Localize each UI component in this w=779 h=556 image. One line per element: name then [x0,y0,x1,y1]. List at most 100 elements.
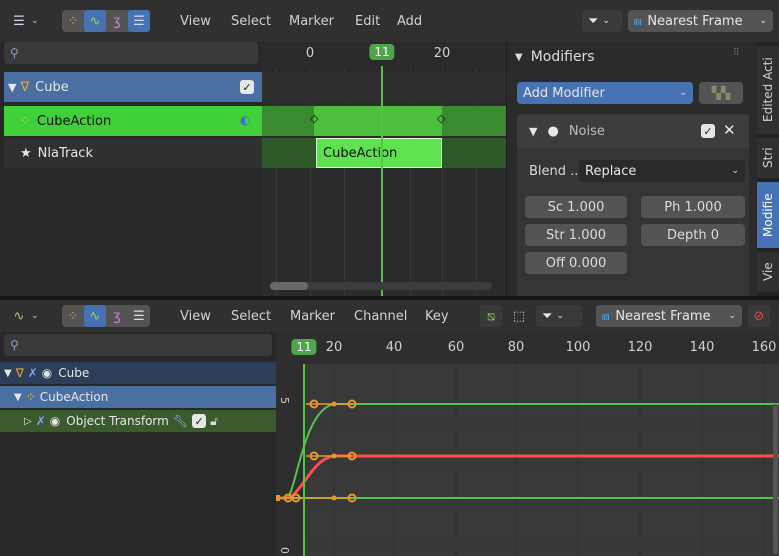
current-frame-badge[interactable]: 11 [369,44,395,60]
mode-switcher[interactable]: ⁘ ∿ ʒ ☰ [62,10,150,32]
dopesheet-icon[interactable]: ⁘ [62,10,84,32]
filter-dropdown[interactable]: ⏷ ⌄ [582,10,622,32]
row-cubeaction[interactable]: ⁘ CubeAction ◐ [4,106,262,136]
action-track-band[interactable]: ◇ ◇ [262,106,506,136]
lock-icon[interactable]: 🔓︎ [210,414,218,429]
copy-modifiers-button[interactable]: ▚▚ [699,82,743,104]
graph-header: ∿ ⌄ ⁘ ∿ ʒ ☰ View Select Marker Channel K… [0,300,779,332]
tab-view[interactable]: Vie [757,252,779,292]
nla-icon[interactable]: ☰ [128,10,150,32]
channel-cube[interactable]: ▼ ∇ ✗ ◉ Cube [0,362,276,384]
cursor-frame-icon[interactable]: ⬚ [508,305,530,327]
scale-field[interactable]: Sc 1.000 [525,196,627,218]
channel-cubeaction-label: CubeAction [39,390,109,404]
graph-editor-icon[interactable]: ∿ [84,10,106,32]
channel-search[interactable]: ⚲ [4,334,272,356]
menu-marker[interactable]: Marker [290,300,335,332]
object-icon: ∇ [20,79,30,95]
menu-add[interactable]: Add [397,0,422,42]
pin-icon[interactable]: ✗ [36,414,46,428]
menu-edit[interactable]: Edit [355,0,380,42]
channel-checkbox[interactable]: ✓ [192,414,207,428]
editor-type-icon[interactable]: ☰ [8,10,30,32]
dopesheet-icon[interactable]: ⁘ [62,305,84,327]
eye-icon[interactable]: ◉ [42,366,52,380]
drag-handle-icon[interactable]: ⠿ [733,48,740,58]
nla-icon[interactable]: ☰ [128,305,150,327]
row-cube[interactable]: ▼ ∇ Cube ✓ [4,72,262,102]
frame-ruler[interactable]: 0 11 20 [262,42,506,68]
snap-dropdown[interactable]: ⩎ Nearest Frame ⌄ [628,10,773,32]
graph-editor-icon[interactable]: ∿ [8,305,30,327]
drivers-icon[interactable]: ʒ [106,305,128,327]
nla-strip-label: CubeAction [323,145,398,161]
object-icon: ∇ [15,366,24,380]
drivers-icon[interactable]: ʒ [106,10,128,32]
channel-search[interactable]: ⚲ [4,42,258,64]
snap-dropdown[interactable]: ⩎ Nearest Frame ⌄ [596,305,742,327]
push-down-icon[interactable]: ◐ [240,113,250,127]
row-nlatrack[interactable]: ★ NlaTrack [4,138,262,168]
scrollbar-thumb[interactable] [270,282,308,290]
menu-select[interactable]: Select [231,0,271,42]
mode-switcher[interactable]: ⁘ ∿ ʒ ☰ [62,305,150,327]
tab-strip[interactable]: Stri [757,138,779,178]
graph-area[interactable]: 11 20 40 60 80 100 120 140 160 5 0 [276,332,779,556]
chevron-down-icon: ⌄ [759,16,767,26]
tab-modifiers[interactable]: Modifie [757,182,779,248]
disclosure-triangle-icon[interactable]: ▼ [529,125,537,138]
channel-object-transform[interactable]: ▷ ✗ ◉ Object Transform 🔧︎ ✓ 🔓︎ [0,410,276,432]
filter-icon: ⏷ [588,13,599,29]
chevron-down-icon: ⌄ [679,88,687,98]
modifiers-header[interactable]: ▼ Modifiers [515,46,595,68]
keyframe-diamond-icon[interactable]: ◇ [437,112,445,125]
proportional-edit-icon[interactable]: ⊘ [748,305,770,327]
menu-view[interactable]: View [180,0,211,42]
add-modifier-dropdown[interactable]: Add Modifier ⌄ [517,82,693,104]
pin-icon[interactable]: ✗ [28,366,38,380]
eye-icon[interactable]: ◉ [50,414,60,428]
tab-edited-action[interactable]: Edited Acti [757,46,779,134]
graph-frame-ruler[interactable]: 11 20 40 60 80 100 120 140 160 [276,332,779,364]
keyframe-diamond-icon[interactable]: ◇ [310,112,318,125]
noise-enable-checkbox[interactable]: ✓ [701,124,715,138]
graph-editor-icon[interactable]: ∿ [84,305,106,327]
menu-channel[interactable]: Channel [354,300,407,332]
depth-field[interactable]: Depth 0 [641,224,745,246]
channel-object-transform-content: ▷ ✗ ◉ Object Transform 🔧︎ ✓ 🔓︎ [24,410,218,432]
grid-line [442,68,443,296]
disclosure-triangle-icon[interactable]: ▼ [8,81,16,94]
strength-field[interactable]: Str 1.000 [525,224,627,246]
offset-field[interactable]: Off 0.000 [525,252,627,274]
nla-timeline[interactable]: 0 11 20 ◇ ◇ CubeAction [262,42,506,296]
disclosure-triangle-icon[interactable]: ▼ [14,392,22,403]
cube-track-band [262,72,506,102]
menu-view[interactable]: View [180,300,211,332]
wrench-icon[interactable]: 🔧︎ [173,414,188,428]
normalize-icon[interactable]: ⧅ [480,305,502,327]
menu-select[interactable]: Select [231,300,271,332]
editor-type-menu[interactable]: ☰ ⌄ [8,10,38,32]
editor-type-menu[interactable]: ∿ ⌄ [8,305,39,327]
blend-label: Blend ... [529,164,583,179]
filter-dropdown[interactable]: ⏷ ⌄ [536,305,582,327]
nla-strip[interactable]: CubeAction [316,138,442,168]
graph-canvas[interactable]: 5 0 [276,364,779,556]
channel-cubeaction[interactable]: ▼ ⁘ CubeAction [0,386,276,408]
row-cubeaction-content: ⁘ CubeAction [20,106,111,136]
menu-key[interactable]: Key [425,300,449,332]
phase-field[interactable]: Ph 1.000 [641,196,745,218]
disclosure-triangle-icon[interactable]: ▼ [515,52,523,63]
cube-checkbox[interactable]: ✓ [240,80,254,94]
nla-header: ☰ ⌄ ⁘ ∿ ʒ ☰ View Select Marker Edit Add … [0,0,779,42]
frame-label-80: 80 [507,340,525,355]
disclosure-triangle-icon[interactable]: ▷ [24,416,32,427]
menu-marker[interactable]: Marker [289,0,334,42]
close-icon[interactable]: ✕ [723,121,736,139]
blend-dropdown[interactable]: Replace ⌄ [579,160,745,182]
current-frame-badge[interactable]: 11 [291,339,317,355]
y-label-0: 0 [278,547,291,554]
horizontal-scrollbar[interactable] [270,282,492,290]
disclosure-triangle-icon[interactable]: ▼ [4,368,12,379]
playhead-line[interactable] [381,66,383,296]
